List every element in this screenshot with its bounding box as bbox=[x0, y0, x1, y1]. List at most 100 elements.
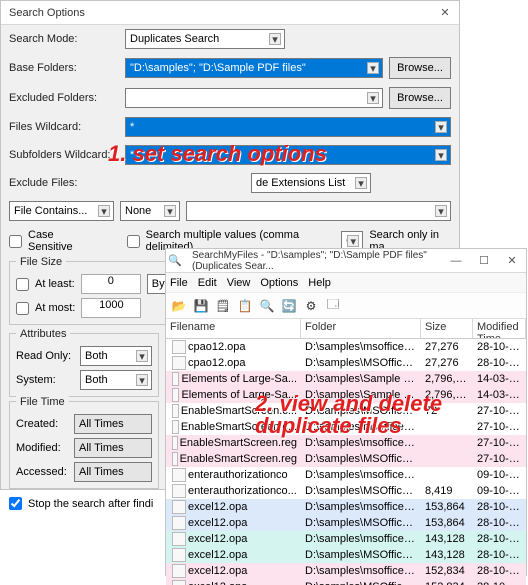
cell-folder: D:\samples\msoffice2007... bbox=[301, 533, 421, 545]
save-icon[interactable]: 💾 bbox=[192, 297, 210, 315]
subfolders-wildcard-input[interactable]: * ▾ bbox=[125, 145, 451, 165]
cell-folder: D:\samples\Sample PDF fil... bbox=[301, 389, 421, 401]
cell-filename: cpao12.opa bbox=[188, 357, 246, 369]
cell-modified: 27-10-2013 08:10: bbox=[473, 405, 526, 417]
cell-modified: 14-03-2017 16:28: bbox=[473, 373, 526, 385]
attributes-group: Attributes Read Only: Both▾ System: Both… bbox=[9, 333, 159, 397]
close-button-2[interactable]: ✕ bbox=[498, 250, 526, 272]
file-icon bbox=[172, 548, 186, 562]
properties-icon[interactable]: 🗒 bbox=[214, 297, 232, 315]
accessed-select[interactable]: All Times bbox=[74, 462, 152, 482]
explorer-icon[interactable]: 🗔 bbox=[324, 297, 342, 315]
system-select[interactable]: Both▾ bbox=[80, 370, 152, 390]
refresh-icon[interactable]: 🔄 bbox=[280, 297, 298, 315]
table-row[interactable]: excel12.opaD:\samples\msoffice2007...143… bbox=[166, 531, 526, 547]
cell-folder: D:\samples\msoffice2007... bbox=[301, 501, 421, 513]
close-button[interactable]: ✕ bbox=[431, 2, 459, 24]
col-filename[interactable]: Filename bbox=[166, 319, 301, 338]
table-row[interactable]: enterauthorizationco... D:\samples\MSOffi… bbox=[166, 483, 526, 499]
col-size[interactable]: Size bbox=[421, 319, 473, 338]
base-folders-input[interactable]: "D:\samples"; "D:\Sample PDF files" ▾ bbox=[125, 58, 383, 78]
settings-icon[interactable]: ⚙ bbox=[302, 297, 320, 315]
file-icon bbox=[172, 372, 179, 386]
file-contains-select[interactable]: File Contains... ▾ bbox=[9, 201, 114, 221]
cell-folder: D:\samples\MSOfficeProP... bbox=[301, 485, 421, 497]
menu-help[interactable]: Help bbox=[308, 277, 331, 289]
search-multiple-checkbox[interactable] bbox=[127, 235, 140, 248]
table-row[interactable]: EnableSmartScreen.reg D:\samples\MSOffice… bbox=[166, 451, 526, 467]
label-excluded-folders: Excluded Folders: bbox=[9, 92, 119, 104]
none-select[interactable]: None ▾ bbox=[120, 201, 180, 221]
file-icon bbox=[172, 452, 178, 466]
atmost-checkbox[interactable] bbox=[16, 302, 29, 315]
table-row[interactable]: EnableSmartScreen.c...D:\samples\MSOffic… bbox=[166, 403, 526, 419]
file-icon bbox=[172, 356, 186, 370]
col-modified[interactable]: Modified Time bbox=[473, 319, 526, 338]
label-files-wildcard: Files Wildcard: bbox=[9, 121, 119, 133]
table-row[interactable]: excel12.opaD:\samples\MSOfficeProP...152… bbox=[166, 579, 526, 585]
chevron-down-icon: ▾ bbox=[435, 121, 447, 133]
browse-button-2[interactable]: Browse... bbox=[389, 87, 451, 109]
close-icon: ✕ bbox=[507, 254, 516, 267]
cell-size: 143,128 bbox=[421, 549, 473, 561]
table-row[interactable]: EnableSmartScreen.c...D:\samples\msoffic… bbox=[166, 419, 526, 435]
exclude-extensions-select[interactable]: de Extensions List ▾ bbox=[251, 173, 371, 193]
created-select[interactable]: All Times bbox=[74, 414, 152, 434]
table-row[interactable]: Elements of Large-Sa...D:\samples\Sample… bbox=[166, 371, 526, 387]
modified-select[interactable]: All Times bbox=[74, 438, 152, 458]
find-icon[interactable]: 🔍 bbox=[258, 297, 276, 315]
label-modified: Modified: bbox=[16, 442, 68, 454]
col-folder[interactable]: Folder bbox=[301, 319, 421, 338]
file-icon bbox=[172, 404, 179, 418]
base-folders-value: "D:\samples"; "D:\Sample PDF files" bbox=[130, 62, 306, 74]
cell-folder: D:\samples\MSOfficeProP... bbox=[301, 453, 421, 465]
menu-file[interactable]: File bbox=[170, 277, 188, 289]
cell-filename: EnableSmartScreen.reg bbox=[180, 453, 297, 465]
menu-view[interactable]: View bbox=[227, 277, 251, 289]
stop-search-checkbox[interactable] bbox=[9, 497, 22, 510]
files-wildcard-input[interactable]: * ▾ bbox=[125, 117, 451, 137]
contains-value-input[interactable]: ▾ bbox=[186, 201, 451, 221]
atmost-input[interactable]: 1000 bbox=[81, 298, 141, 318]
maximize-button[interactable]: ☐ bbox=[470, 250, 498, 272]
excluded-folders-input[interactable]: ▾ bbox=[125, 88, 383, 108]
table-row[interactable]: excel12.opaD:\samples\MSOfficeProP...153… bbox=[166, 515, 526, 531]
minimize-button[interactable]: — bbox=[442, 250, 470, 272]
atleast-input[interactable]: 0 bbox=[81, 274, 141, 294]
titlebar-2: 🔍 SearchMyFiles - "D:\samples"; "D:\Samp… bbox=[166, 249, 526, 273]
table-row[interactable]: enterauthorizationcoD:\samples\msoffice2… bbox=[166, 467, 526, 483]
file-icon bbox=[172, 516, 186, 530]
open-icon[interactable]: 📂 bbox=[170, 297, 188, 315]
menu-edit[interactable]: Edit bbox=[198, 277, 217, 289]
cell-modified: 09-10-2013 03:52: bbox=[473, 485, 526, 497]
label-created: Created: bbox=[16, 418, 68, 430]
cell-size: 2,796,628 bbox=[421, 389, 473, 401]
table-row[interactable]: cpao12.opaD:\samples\msoffice2007...27,2… bbox=[166, 339, 526, 355]
search-mode-select[interactable]: Duplicates Search ▾ bbox=[125, 29, 285, 49]
cell-modified: 14-03-2017 16:28: bbox=[473, 389, 526, 401]
cell-filename: EnableSmartScreen.c... bbox=[181, 405, 297, 417]
cell-folder: D:\samples\msoffice2007... bbox=[301, 565, 421, 577]
cell-modified: 28-10-2006 00:09: bbox=[473, 565, 526, 577]
table-row[interactable]: cpao12.opaD:\samples\MSOfficeProP...27,2… bbox=[166, 355, 526, 371]
chevron-down-icon: ▾ bbox=[355, 177, 367, 189]
file-icon bbox=[172, 468, 186, 482]
table-row[interactable]: excel12.opaD:\samples\MSOfficeProP...143… bbox=[166, 547, 526, 563]
browse-button[interactable]: Browse... bbox=[389, 57, 451, 79]
label-search-mode: Search Mode: bbox=[9, 33, 119, 45]
table-row[interactable]: EnableSmartScreen.regD:\samples\msoffice… bbox=[166, 435, 526, 451]
table-row[interactable]: excel12.opaD:\samples\msoffice2007...153… bbox=[166, 499, 526, 515]
cell-filename: enterauthorizationco... bbox=[188, 485, 297, 497]
cell-modified: 28-10-2006 00:14: bbox=[473, 501, 526, 513]
table-row[interactable]: Elements of Large-Sa...D:\samples\Sample… bbox=[166, 387, 526, 403]
cell-filename: excel12.opa bbox=[188, 517, 247, 529]
readonly-select[interactable]: Both▾ bbox=[80, 346, 152, 366]
table-row[interactable]: excel12.opaD:\samples\msoffice2007...152… bbox=[166, 563, 526, 579]
cell-folder: D:\samples\MSOfficeProP... bbox=[301, 517, 421, 529]
case-sensitive-checkbox[interactable] bbox=[9, 235, 22, 248]
cell-folder: D:\samples\MSOfficeProP... bbox=[301, 549, 421, 561]
cell-modified: 27-10-2013 08:10: bbox=[473, 421, 526, 433]
copy-icon[interactable]: 📋 bbox=[236, 297, 254, 315]
menu-options[interactable]: Options bbox=[260, 277, 298, 289]
atleast-checkbox[interactable] bbox=[16, 278, 29, 291]
